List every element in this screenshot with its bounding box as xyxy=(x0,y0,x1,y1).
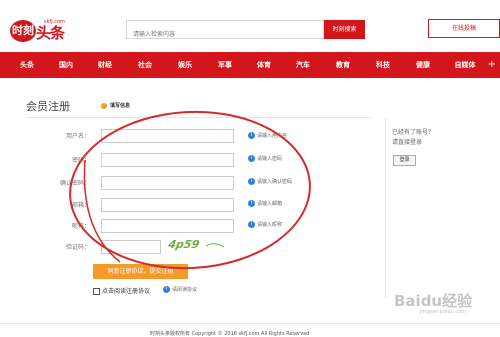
watermark: Baidu经验 xyxy=(394,292,473,310)
agree-checkbox-row[interactable]: 点击阅读注册协议 xyxy=(93,286,150,295)
fill-info-label: 填写信息 xyxy=(110,103,131,109)
agree-label[interactable]: 点击阅读注册协议 xyxy=(102,288,150,295)
annotation-overlay xyxy=(69,110,311,270)
captcha-field[interactable] xyxy=(101,240,161,254)
submit-article-button[interactable]: 在线投稿 xyxy=(428,19,500,38)
nickname-label: 昵称： xyxy=(71,223,90,230)
confirm-password-hint: i 请输入确认密码 xyxy=(248,178,292,185)
side-divider xyxy=(385,118,386,298)
title-divider xyxy=(26,117,372,118)
confirm-password-field[interactable] xyxy=(101,176,234,190)
password-label: 密码： xyxy=(71,157,90,164)
agree-checkbox[interactable] xyxy=(93,288,100,295)
logo-mark: 时刻 xyxy=(10,20,36,42)
info-icon: i xyxy=(248,221,255,228)
page-title: 会员注册 xyxy=(26,100,70,113)
nickname-hint-text: 请输入昵称 xyxy=(257,222,283,228)
nav-item-we-media[interactable]: 自媒体 xyxy=(446,52,484,78)
side-line-1: 已经有了账号？ xyxy=(392,129,435,136)
nav-item-military[interactable]: 军事 xyxy=(210,52,240,78)
nav-item-headline[interactable]: 头条 xyxy=(12,52,42,78)
info-icon: i xyxy=(248,178,255,185)
side-login-prompt: 已经有了账号？ 请直接登录 xyxy=(392,128,434,148)
username-hint: i 请输入用户名 xyxy=(248,132,287,139)
search-input[interactable] xyxy=(127,26,323,43)
email-field[interactable] xyxy=(101,198,234,212)
password-hint: i 请输入密码 xyxy=(248,155,282,162)
nav-item-auto[interactable]: 汽车 xyxy=(288,52,318,78)
password-hint-text: 请输入密码 xyxy=(257,156,283,162)
email-label: 邮箱： xyxy=(71,202,90,209)
nickname-field[interactable] xyxy=(101,219,234,233)
nav-more-icon[interactable]: + xyxy=(488,52,496,78)
nav-item-domestic[interactable]: 国内 xyxy=(51,52,81,78)
nav-item-entertainment[interactable]: 娱乐 xyxy=(170,52,200,78)
info-icon: i xyxy=(248,155,255,162)
main-nav: 头条 国内 财经 社会 娱乐 军事 体育 汽车 教育 科技 健康 自媒体 + xyxy=(0,52,500,78)
login-button[interactable]: 登录 xyxy=(393,155,416,166)
info-icon: i xyxy=(248,200,255,207)
nickname-hint: i 请输入昵称 xyxy=(248,221,282,228)
nav-item-education[interactable]: 教育 xyxy=(328,52,358,78)
submit-button[interactable]: 同意注册协议，提交注册 xyxy=(93,264,188,279)
logo-domain: skfj.com xyxy=(44,19,65,25)
email-hint: i 请输入邮箱 xyxy=(248,200,282,207)
username-label: 用户名： xyxy=(65,133,90,140)
nav-item-tech[interactable]: 科技 xyxy=(368,52,398,78)
search-button[interactable]: 时刻搜索 xyxy=(324,20,365,39)
fill-info-dot-icon xyxy=(101,102,107,109)
agree-hint-text: 请阅读协议 xyxy=(172,287,198,293)
side-line-2: 请直接登录 xyxy=(392,139,423,146)
captcha-image-text: 4p59 xyxy=(168,238,201,251)
info-icon: i xyxy=(163,286,170,293)
confirm-password-hint-text: 请输入确认密码 xyxy=(257,179,293,185)
search-box[interactable] xyxy=(126,20,324,43)
fill-info-tag: 填写信息 xyxy=(101,102,130,109)
logo-text: 头条 xyxy=(36,24,65,42)
info-icon: i xyxy=(248,132,255,139)
confirm-password-label: 确认密码： xyxy=(59,180,90,187)
agree-hint: i 请阅读协议 xyxy=(163,286,197,293)
username-field[interactable] xyxy=(101,129,234,143)
password-field[interactable] xyxy=(101,153,234,167)
nav-item-finance[interactable]: 财经 xyxy=(90,52,120,78)
nav-item-society[interactable]: 社会 xyxy=(130,52,160,78)
captcha-image[interactable]: 4p59 xyxy=(168,237,230,251)
watermark-sub: jingyan.baidu.com xyxy=(420,309,467,315)
captcha-label: 验证码： xyxy=(65,244,90,251)
footer-divider xyxy=(0,323,500,324)
email-hint-text: 请输入邮箱 xyxy=(257,201,283,207)
footer-copyright: 时刻头条版权所有 Copyright © 2016 skfj.com All R… xyxy=(150,331,310,337)
nav-item-health[interactable]: 健康 xyxy=(408,52,438,78)
nav-item-sports[interactable]: 体育 xyxy=(249,52,279,78)
username-hint-text: 请输入用户名 xyxy=(257,133,288,139)
site-logo[interactable]: 时刻 头条 skfj.com xyxy=(10,10,72,44)
